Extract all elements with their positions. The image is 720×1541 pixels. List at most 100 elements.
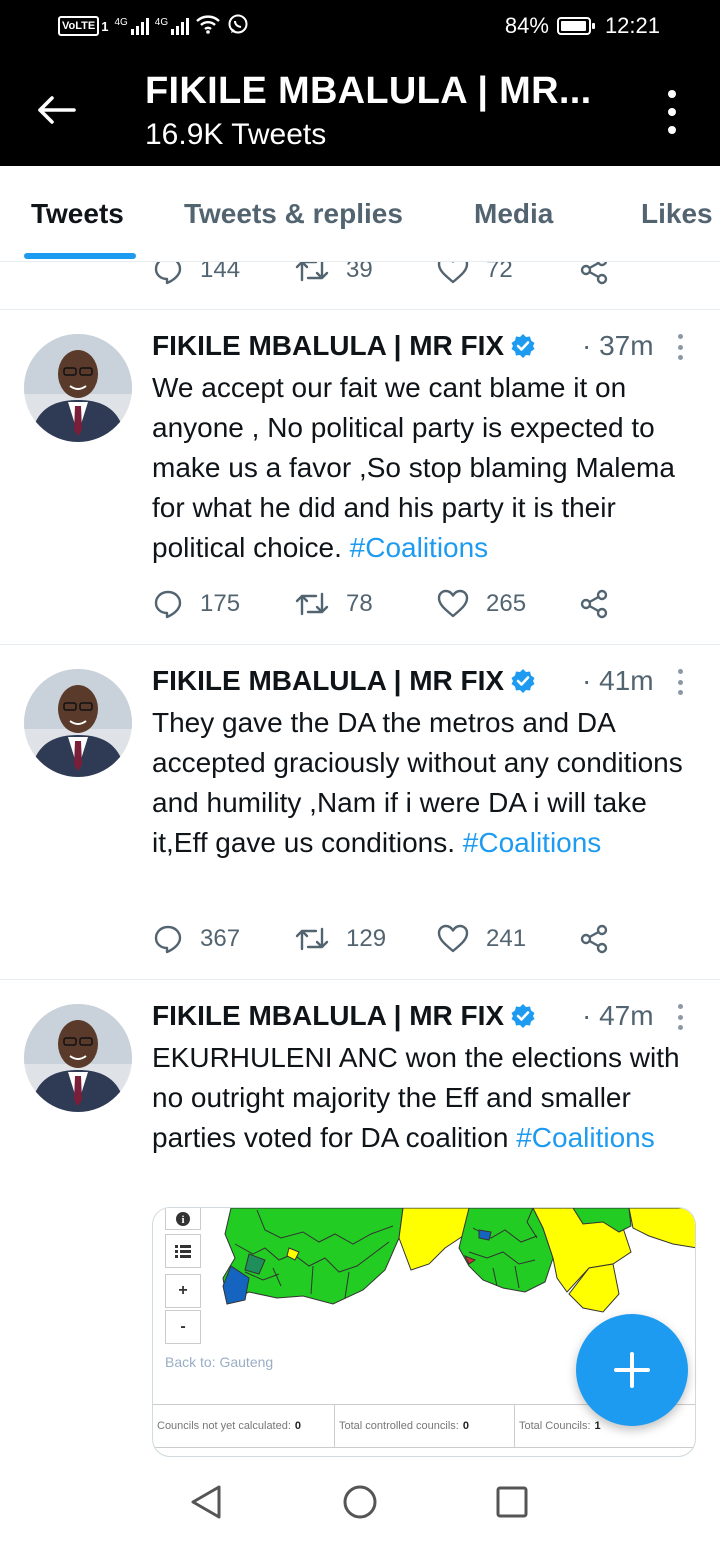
plus-icon — [614, 1352, 650, 1388]
tweet[interactable]: FIKILE MBALULA | MR FIX · 37m We accept … — [0, 310, 720, 645]
signal-1-icon: 4G — [114, 17, 149, 35]
author-name[interactable]: FIKILE MBALULA | MR FIX — [152, 330, 504, 362]
hashtag-link[interactable]: #Coalitions — [463, 827, 602, 858]
tweet-menu-button[interactable] — [676, 1004, 684, 1030]
tweet-text: They gave the DA the metros and DA accep… — [152, 707, 683, 858]
reply-icon — [154, 262, 182, 285]
status-bar: VoLTE 1 4G 4G 84% 12:21 — [0, 0, 720, 52]
hashtag-link[interactable]: #Coalitions — [350, 532, 489, 563]
zoom-out-button[interactable]: - — [165, 1310, 201, 1344]
sim-indicator: 1 — [101, 18, 109, 34]
nav-home-button[interactable] — [340, 1482, 380, 1522]
avatar[interactable] — [24, 334, 132, 442]
circle-home-icon — [343, 1485, 377, 1519]
avatar[interactable] — [24, 1004, 132, 1112]
heart-icon — [437, 924, 469, 953]
tab-tweets-replies[interactable]: Tweets & replies — [184, 198, 403, 230]
info-button[interactable]: i — [165, 1208, 201, 1230]
like-count: 265 — [486, 590, 527, 617]
share-button[interactable] — [578, 584, 610, 624]
tweet-menu-button[interactable] — [676, 334, 684, 360]
legend-cell: Councils not yet calculated: 0 — [153, 1405, 335, 1447]
retweet-count: 129 — [346, 925, 387, 952]
like-button[interactable]: 265 — [436, 584, 526, 624]
triangle-back-icon — [191, 1485, 221, 1519]
info-icon: i — [176, 1211, 190, 1226]
svg-text:i: i — [181, 1214, 184, 1226]
whatsapp-icon — [227, 13, 249, 39]
share-icon — [580, 924, 608, 954]
back-button[interactable] — [30, 86, 82, 134]
retweet-icon — [295, 927, 329, 951]
profile-header: FIKILE MBALULA | MR... 16.9K Tweets — [0, 52, 720, 166]
battery-icon — [556, 17, 595, 35]
tweet-text: We accept our fait we cant blame it on a… — [152, 372, 675, 563]
arrow-left-icon — [38, 96, 76, 124]
tweet-count: 16.9K Tweets — [145, 118, 327, 151]
tweet-menu-button[interactable] — [676, 669, 684, 695]
tweet-header: FIKILE MBALULA | MR FIX — [152, 326, 536, 366]
like-count: 241 — [486, 925, 527, 952]
tab-media[interactable]: Media — [474, 198, 553, 230]
share-button[interactable] — [578, 919, 610, 959]
tweet-time: · 41m — [582, 665, 654, 696]
battery-percent: 84% — [504, 13, 549, 38]
verified-badge-icon — [510, 333, 536, 359]
retweet-button[interactable]: 78 — [294, 584, 373, 624]
tab-likes[interactable]: Likes — [641, 198, 713, 230]
heart-icon — [437, 589, 469, 618]
signal-2-icon: 4G — [155, 17, 190, 35]
heart-icon — [437, 262, 469, 284]
nav-back-button[interactable] — [186, 1482, 226, 1522]
tweet-header: FIKILE MBALULA | MR FIX — [152, 996, 536, 1036]
clock: 12:21 — [604, 13, 660, 38]
reply-count: 367 — [200, 925, 241, 952]
reply-button[interactable]: 367 — [152, 919, 240, 959]
compose-tweet-button[interactable] — [576, 1314, 688, 1426]
tweet[interactable]: FIKILE MBALULA | MR FIX · 41m They gave … — [0, 645, 720, 980]
tweet-header: FIKILE MBALULA | MR FIX — [152, 661, 536, 701]
square-recents-icon — [496, 1486, 528, 1518]
layers-button[interactable] — [165, 1234, 201, 1268]
wifi-icon — [195, 13, 221, 39]
list-icon — [175, 1245, 191, 1258]
retweet-icon — [295, 592, 329, 616]
tab-tweets[interactable]: Tweets — [31, 198, 124, 230]
author-name[interactable]: FIKILE MBALULA | MR FIX — [152, 1000, 504, 1032]
retweet-count: 78 — [346, 590, 373, 617]
reply-icon — [154, 925, 182, 954]
avatar[interactable] — [24, 669, 132, 777]
profile-tabs: Tweets Tweets & replies Media Likes — [0, 166, 720, 262]
author-name[interactable]: FIKILE MBALULA | MR FIX — [152, 665, 504, 697]
retweet-icon — [295, 262, 329, 282]
nav-recents-button[interactable] — [492, 1482, 532, 1522]
previous-tweet-actions: 144 39 72 — [0, 262, 720, 310]
system-nav-bar — [0, 1460, 720, 1541]
page-title: FIKILE MBALULA | MR... — [145, 70, 592, 112]
reply-button[interactable]: 175 — [152, 584, 240, 624]
tweet-time: · 47m — [582, 1000, 654, 1031]
back-to-link[interactable]: Back to: Gauteng — [165, 1354, 273, 1370]
retweet-button[interactable]: 129 — [294, 919, 386, 959]
tweet-text: EKURHULENI ANC won the elections with no… — [152, 1042, 680, 1153]
share-icon — [580, 262, 608, 285]
status-right: 84% 12:21 — [505, 12, 660, 40]
reply-button[interactable]: 144 — [152, 262, 240, 290]
status-left: VoLTE 1 4G 4G — [58, 12, 249, 40]
like-button[interactable]: 72 — [436, 262, 513, 290]
more-options-button[interactable] — [660, 90, 684, 134]
verified-badge-icon — [510, 668, 536, 694]
active-tab-indicator — [24, 253, 136, 259]
volte-badge: VoLTE — [58, 16, 100, 36]
reply-icon — [154, 590, 182, 619]
hashtag-link[interactable]: #Coalitions — [516, 1122, 655, 1153]
reply-count: 175 — [200, 590, 241, 617]
zoom-in-button[interactable]: + — [165, 1274, 201, 1308]
share-button[interactable] — [578, 262, 610, 290]
tweet-time: · 37m — [582, 330, 654, 361]
retweet-button[interactable]: 39 — [294, 262, 373, 290]
legend-cell: Total controlled councils: 0 — [335, 1405, 515, 1447]
share-icon — [580, 589, 608, 619]
verified-badge-icon — [510, 1003, 536, 1029]
like-button[interactable]: 241 — [436, 919, 526, 959]
